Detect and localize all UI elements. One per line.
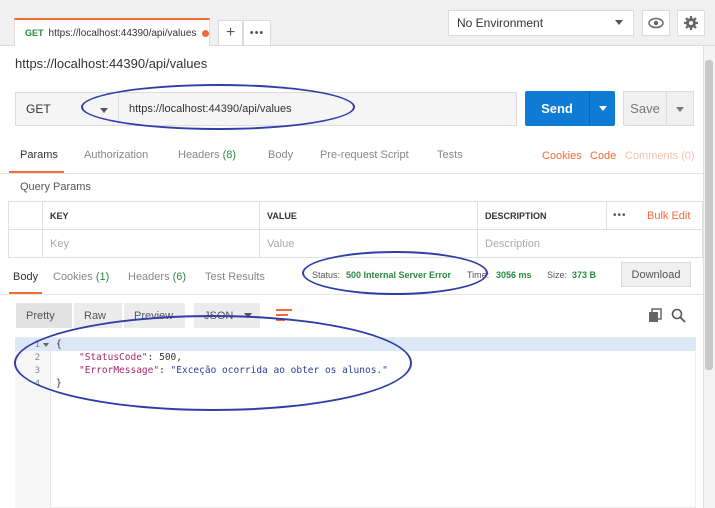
key-input[interactable]: Key	[43, 230, 260, 258]
search-icon[interactable]	[671, 308, 686, 323]
download-button[interactable]: Download	[621, 262, 691, 287]
annotation-ellipse-url	[81, 84, 355, 130]
response-tab-headers-count: (6)	[172, 271, 187, 283]
settings-button[interactable]	[677, 10, 705, 36]
tab-headers[interactable]: Headers (8)	[178, 149, 236, 161]
pretty-button[interactable]: Pretty	[16, 303, 72, 328]
query-params-label: Query Params	[20, 181, 91, 193]
response-tab-test-results[interactable]: Test Results	[205, 271, 265, 283]
environment-select[interactable]: No Environment	[448, 10, 634, 36]
plus-icon: +	[225, 24, 236, 41]
new-tab-button[interactable]: +	[218, 20, 243, 46]
chevron-down-icon	[676, 107, 684, 112]
cookies-link[interactable]: Cookies	[542, 150, 582, 162]
tab-headers-label: Headers	[178, 149, 220, 161]
annotation-ellipse-status	[302, 251, 488, 295]
method-select-value: GET	[26, 102, 51, 116]
comments-link[interactable]: Comments (0)	[625, 150, 695, 162]
size-label: Size:	[547, 270, 568, 280]
chevron-down-icon	[599, 106, 607, 111]
table-header-key: KEY	[43, 202, 260, 230]
more-icon: •••	[249, 27, 265, 39]
save-button[interactable]: Save	[623, 91, 667, 126]
request-title: https://localhost:44390/api/values	[15, 56, 208, 71]
table-header-cell	[9, 202, 43, 230]
code-link[interactable]: Code	[590, 150, 616, 162]
tab-params[interactable]: Params	[20, 149, 58, 161]
environment-select-value: No Environment	[457, 16, 544, 30]
divider	[606, 202, 607, 230]
response-tab-cookies-count: (1)	[95, 271, 110, 283]
query-params-table: KEY VALUE DESCRIPTION ••• Bulk Edit Key …	[8, 201, 704, 258]
divider	[0, 173, 703, 174]
postman-window: GET https://localhost:44390/api/values +…	[0, 0, 715, 508]
response-tab-cookies-label: Cookies	[53, 271, 93, 283]
tab-tests[interactable]: Tests	[437, 149, 463, 161]
environment-quick-look-button[interactable]	[642, 10, 670, 36]
send-options-button[interactable]	[589, 91, 615, 126]
tab-body[interactable]: Body	[268, 149, 293, 161]
tab-options-button[interactable]: •••	[243, 20, 271, 46]
response-tab-headers[interactable]: Headers (6)	[128, 271, 186, 283]
tab-headers-count: (8)	[222, 149, 237, 161]
description-input[interactable]: Description	[478, 230, 704, 258]
copy-icon[interactable]	[648, 308, 663, 323]
tab-authorization[interactable]: Authorization	[84, 149, 148, 161]
send-button[interactable]: Send	[525, 91, 589, 126]
gear-icon	[684, 16, 698, 30]
size-value: 373 B	[572, 270, 597, 280]
unsaved-dot-icon	[202, 29, 209, 37]
response-tab-body[interactable]: Body	[13, 271, 38, 283]
request-tab-method: GET	[25, 28, 44, 38]
divider	[0, 294, 703, 295]
more-icon[interactable]: •••	[613, 210, 627, 221]
response-tab-cookies[interactable]: Cookies (1)	[53, 271, 109, 283]
table-header-description-label: DESCRIPTION	[485, 210, 547, 221]
annotation-ellipse-body	[14, 315, 412, 411]
time-value: 3056 ms	[496, 270, 532, 280]
eye-icon	[648, 17, 664, 29]
table-row-checkbox-cell	[9, 230, 43, 258]
chevron-down-icon	[615, 20, 623, 25]
scrollbar-thumb[interactable]	[705, 60, 713, 370]
tab-prerequest-script[interactable]: Pre-request Script	[320, 149, 409, 161]
table-header-value: VALUE	[260, 202, 478, 230]
request-tab-url: https://localhost:44390/api/values	[48, 27, 197, 39]
response-tab-headers-label: Headers	[128, 271, 170, 283]
save-options-button[interactable]	[667, 91, 694, 126]
bulk-edit-link[interactable]: Bulk Edit	[647, 210, 690, 222]
request-tab[interactable]: GET https://localhost:44390/api/values	[14, 18, 210, 46]
